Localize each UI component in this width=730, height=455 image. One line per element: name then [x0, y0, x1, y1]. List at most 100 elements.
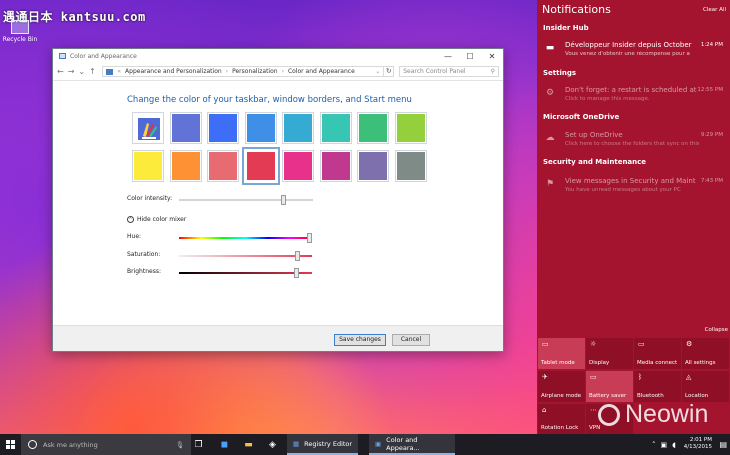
color-swatch[interactable] — [132, 150, 164, 182]
quick-action-battery-saver[interactable]: ▭ Battery saver — [586, 371, 633, 402]
clock[interactable]: 2:01 PM 4/13/2015 — [684, 437, 712, 451]
address-bar-row: ← → ⌄ ↑ « Appearance and Personalization… — [53, 63, 503, 81]
close-button[interactable]: ✕ — [481, 52, 503, 61]
color-swatch[interactable] — [394, 112, 427, 144]
back-arrow-icon[interactable]: ← — [57, 67, 64, 76]
breadcrumb-item[interactable]: Appearance and Personalization — [125, 68, 222, 75]
group-header[interactable]: Microsoft OneDrive — [543, 113, 619, 121]
clear-all-link[interactable]: Clear All — [703, 7, 726, 13]
notification-item[interactable]: ▬ Développeur Insider depuis October Vou… — [543, 41, 727, 71]
saturation-thumb[interactable] — [294, 251, 300, 261]
battery-icon: ▭ — [590, 373, 597, 381]
color-intensity-slider[interactable] — [179, 195, 313, 205]
color-swatch[interactable] — [244, 112, 277, 144]
breadcrumb-item[interactable]: Personalization — [232, 68, 278, 75]
file-explorer-icon[interactable]: ▬ — [238, 434, 259, 455]
airplane-icon: ✈ — [542, 373, 548, 381]
clock-date: 4/13/2015 — [683, 444, 712, 450]
group-header[interactable]: Settings — [543, 69, 576, 77]
notification-item[interactable]: ☁ Set up OneDrive Click here to choose t… — [543, 131, 727, 161]
system-tray[interactable]: ˄ ▣ ◖ — [652, 434, 676, 455]
notification-item[interactable]: ⚙ Don't forget: a restart is scheduled a… — [543, 86, 727, 116]
tablet-icon: ▭ — [542, 340, 549, 348]
color-swatch[interactable] — [357, 150, 389, 182]
rotation-lock-icon: ⌂ — [542, 406, 547, 414]
hide-color-mixer-toggle[interactable]: ⌃ Hide color mixer — [127, 216, 186, 223]
quick-action-bluetooth[interactable]: ᛒ Bluetooth — [634, 371, 681, 402]
recycle-bin[interactable]: Recycle Bin — [0, 20, 40, 43]
recycle-bin-label: Recycle Bin — [2, 36, 38, 43]
quick-action-tablet-mode[interactable]: ▭ Tablet mode — [538, 338, 585, 369]
color-swatch[interactable] — [282, 112, 314, 144]
refresh-icon[interactable]: ↻ — [384, 66, 395, 77]
save-changes-button[interactable]: Save changes — [334, 334, 386, 346]
color-swatch[interactable] — [169, 112, 202, 144]
collapse-link[interactable]: Collapse — [705, 327, 728, 333]
breadcrumb-dropdown-icon[interactable]: ⌄ — [375, 68, 380, 75]
brightness-thumb[interactable] — [293, 268, 299, 278]
gear-icon: ⚙ — [545, 88, 555, 98]
color-swatch[interactable] — [357, 112, 389, 144]
page-heading: Change the color of your taskbar, window… — [127, 95, 412, 105]
notification-title: Développeur Insider depuis October — [565, 41, 692, 49]
group-header[interactable]: Security and Maintenance — [543, 158, 646, 166]
task-view-icon[interactable]: ❐ — [188, 434, 209, 455]
quick-action-rotation-lock[interactable]: ⌂ Rotation Lock — [538, 404, 585, 434]
cloud-icon: ☁ — [545, 133, 555, 143]
breadcrumb[interactable]: « Appearance and Personalization › Perso… — [102, 66, 385, 77]
hue-thumb[interactable] — [306, 233, 312, 243]
window-titlebar[interactable]: Color and Appearance — ☐ ✕ — [53, 49, 503, 63]
taskbar: Ask me anything 🎙 ❐ ◼ ▬ ◈ ▦ Registry Edi… — [0, 434, 730, 455]
forward-arrow-icon[interactable]: → — [68, 67, 75, 76]
notification-item[interactable]: ⚑ View messages in Security and Maint Yo… — [543, 177, 727, 207]
quick-action-media-connect[interactable]: ▭ Media connect — [634, 338, 681, 369]
notification-time: 9:29 PM — [700, 132, 723, 138]
color-swatch[interactable] — [319, 112, 352, 144]
brightness-label: Brightness: — [127, 268, 161, 275]
control-panel-icon — [59, 53, 66, 59]
brightness-slider[interactable] — [179, 268, 312, 278]
quick-action-location[interactable]: ◬ Location — [682, 371, 729, 402]
breadcrumb-item[interactable]: Color and Appearance — [288, 68, 355, 75]
up-arrow-icon[interactable]: ↑ — [89, 67, 96, 76]
color-swatch[interactable] — [169, 150, 202, 182]
group-header[interactable]: Insider Hub — [543, 24, 589, 32]
windows-logo-icon — [5, 440, 15, 449]
color-swatch[interactable] — [207, 112, 239, 144]
control-panel-small-icon — [106, 68, 114, 75]
registry-editor-icon: ▦ — [293, 439, 300, 448]
color-swatch[interactable] — [282, 150, 314, 182]
maximize-button[interactable]: ☐ — [459, 52, 481, 61]
quick-action-airplane-mode[interactable]: ✈ Airplane mode — [538, 371, 585, 402]
taskbar-color-appearance[interactable]: ▣ Color and Appeara... — [369, 434, 455, 455]
minimize-button[interactable]: — — [437, 52, 459, 61]
color-swatch[interactable] — [319, 150, 352, 182]
saturation-label: Saturation: — [127, 251, 161, 258]
color-intensity-thumb[interactable] — [281, 195, 287, 205]
clock-time: 2:01 PM — [689, 437, 712, 443]
microphone-icon[interactable]: 🎙 — [176, 441, 184, 449]
taskbar-registry-editor[interactable]: ▦ Registry Editor — [287, 434, 359, 455]
search-input[interactable]: Search Control Panel ⚲ — [399, 66, 499, 77]
store-icon[interactable]: ◈ — [262, 434, 283, 455]
color-swatch[interactable] — [241, 147, 280, 185]
volume-icon[interactable]: ◖ — [672, 441, 676, 449]
start-button[interactable] — [0, 434, 20, 455]
recent-dropdown-icon[interactable]: ⌄ — [78, 67, 85, 76]
color-swatch[interactable] — [207, 150, 239, 182]
cortana-search-box[interactable]: Ask me anything 🎙 — [21, 434, 191, 455]
sun-icon: ☼ — [590, 340, 597, 348]
notification-body: Click here to choose the folders that sy… — [565, 141, 699, 147]
action-center-icon[interactable]: ▤ — [719, 434, 727, 455]
quick-action-display[interactable]: ☼ Display — [586, 338, 633, 369]
hue-slider[interactable] — [179, 233, 312, 243]
automatic-color-swatch[interactable] — [132, 112, 164, 144]
network-icon[interactable]: ▣ — [661, 441, 668, 449]
chevron-up-icon[interactable]: ˄ — [652, 441, 656, 449]
saturation-slider[interactable] — [179, 251, 312, 261]
chevron-up-icon: ⌃ — [127, 216, 134, 223]
quick-action-all-settings[interactable]: ⚙ All settings — [682, 338, 729, 369]
edge-browser-icon[interactable]: ◼ — [214, 434, 235, 455]
cancel-button[interactable]: Cancel — [392, 334, 430, 346]
color-swatch[interactable] — [394, 150, 427, 182]
